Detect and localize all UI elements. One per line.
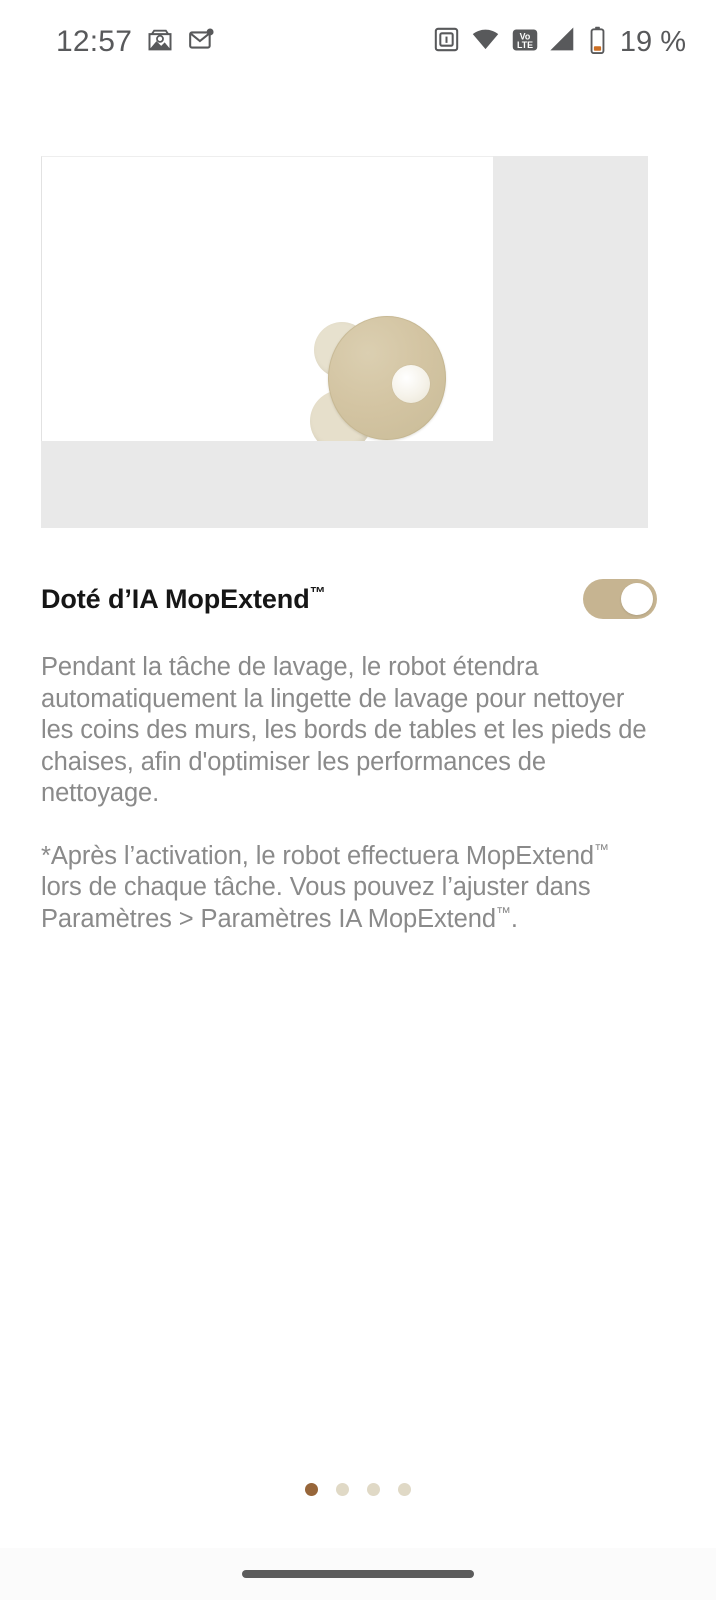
pagination-dot-3[interactable]	[367, 1483, 380, 1496]
trademark-symbol: ™	[309, 584, 326, 602]
mopextend-toggle[interactable]	[583, 579, 657, 619]
pagination-dot-1[interactable]	[305, 1483, 318, 1496]
robot-vacuum-graphic	[306, 312, 446, 441]
status-bar-left: 12:57	[56, 26, 214, 59]
nfc-icon	[433, 26, 460, 58]
page-title-text: Doté d’IA MopExtend	[41, 583, 310, 614]
wifi-icon	[471, 25, 500, 59]
svg-text:LTE: LTE	[517, 40, 533, 50]
description-p2-part3: .	[510, 904, 518, 933]
status-bar-right: Vo LTE 19 %	[433, 25, 686, 59]
description-p2-part1: *Après l’activation, le robot effectuera…	[41, 841, 595, 870]
description-paragraph-2: *Après l’activation, le robot effectuera…	[41, 841, 651, 936]
screenshot-icon	[146, 26, 174, 59]
gesture-home-indicator[interactable]	[242, 1570, 474, 1578]
feature-illustration	[41, 156, 648, 528]
pagination-dots[interactable]	[0, 1483, 716, 1496]
trademark-symbol-2: ™	[594, 841, 609, 858]
page-title: Doté d’IA MopExtend™	[41, 583, 326, 615]
description-paragraph-1: Pendant la tâche de lavage, le robot éte…	[41, 653, 647, 807]
feature-header-row: Doté d’IA MopExtend™	[41, 575, 657, 623]
status-bar: 12:57 Vo LTE 19 %	[0, 0, 716, 84]
toggle-knob	[621, 583, 653, 615]
battery-percent-label: 19 %	[619, 25, 686, 58]
illustration-canvas	[41, 156, 493, 441]
mail-unread-icon	[188, 27, 214, 58]
battery-low-icon	[588, 26, 607, 59]
cellular-signal-icon	[550, 26, 577, 58]
volte-icon: Vo LTE	[511, 26, 539, 59]
app-screen: 12:57 Vo LTE 19 % Doté d’IA MopExtend™ P…	[0, 0, 716, 1600]
robot-sensor	[392, 365, 430, 403]
description-p2-part2: lors de chaque tâche. Vous pouvez l’ajus…	[41, 873, 591, 933]
status-clock: 12:57	[56, 25, 133, 58]
pagination-dot-4[interactable]	[398, 1483, 411, 1496]
system-navigation-bar	[0, 1548, 716, 1600]
pagination-dot-2[interactable]	[336, 1483, 349, 1496]
trademark-symbol-3: ™	[495, 904, 511, 921]
description-block: Pendant la tâche de lavage, le robot éte…	[41, 652, 651, 935]
